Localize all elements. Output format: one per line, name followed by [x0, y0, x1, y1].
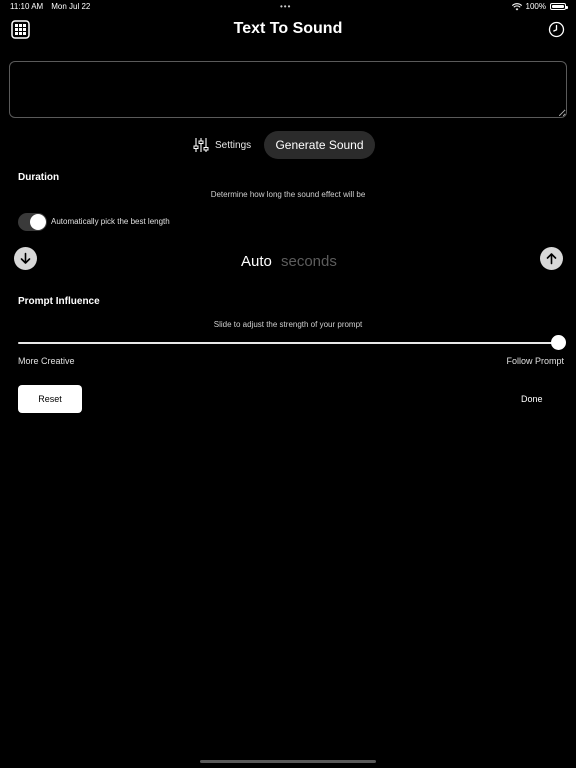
auto-length-label: Automatically pick the best length [51, 217, 170, 226]
status-bar-right: 100% [511, 2, 568, 11]
generate-sound-button[interactable]: Generate Sound [264, 131, 375, 159]
reset-button[interactable]: Reset [18, 385, 82, 413]
arrow-down-icon [20, 252, 31, 264]
auto-length-toggle[interactable] [18, 213, 47, 231]
history-button[interactable] [548, 21, 565, 38]
duration-value: Auto [241, 253, 272, 270]
settings-button[interactable]: Settings [193, 137, 251, 153]
increase-duration-button[interactable] [540, 247, 563, 270]
history-clock-icon [548, 21, 565, 38]
battery-level [552, 5, 564, 8]
prompt-influence-heading: Prompt Influence [18, 296, 100, 307]
duration-hint: Determine how long the sound effect will… [210, 190, 366, 199]
arrow-up-icon [546, 253, 557, 265]
duration-heading: Duration [18, 172, 60, 183]
prompt-input[interactable] [9, 61, 567, 118]
status-time: 11:10 AM [10, 2, 44, 11]
more-creative-label: More Creative [18, 356, 75, 366]
multitasking-dots[interactable]: ••• [280, 2, 291, 11]
sliders-icon [193, 138, 209, 152]
status-date: Mon Jul 22 [51, 2, 91, 11]
prompt-influence-slider-track[interactable] [18, 342, 558, 344]
home-indicator[interactable] [200, 760, 376, 763]
duration-unit: seconds [281, 253, 337, 270]
toggle-knob [30, 214, 46, 230]
battery-percent: 100% [525, 2, 546, 11]
status-bar-left: 11:10 AM Mon Jul 22 [10, 2, 90, 11]
page-title: Text To Sound [233, 20, 343, 37]
done-button[interactable]: Done [521, 394, 543, 404]
prompt-influence-hint: Slide to adjust the strength of your pro… [213, 320, 363, 329]
wifi-icon [511, 2, 522, 10]
settings-label: Settings [215, 139, 252, 151]
decrease-duration-button[interactable] [14, 247, 37, 270]
battery-icon [550, 3, 568, 10]
follow-prompt-label: Follow Prompt [506, 356, 564, 366]
prompt-influence-slider-thumb[interactable] [551, 335, 566, 350]
